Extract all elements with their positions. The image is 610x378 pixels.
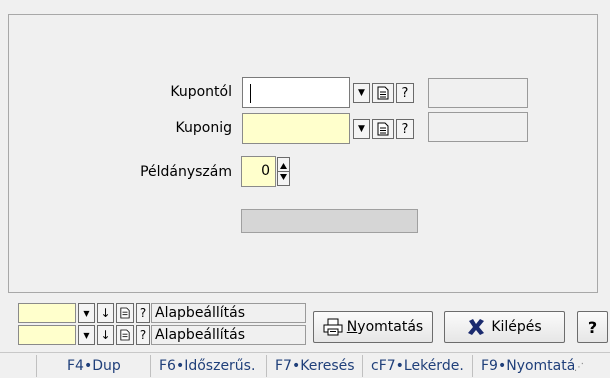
setting-help-1[interactable]: ?	[136, 303, 150, 323]
kuponig-label: Kuponig	[175, 120, 232, 136]
peldanyszam-input[interactable]: 0	[241, 156, 276, 187]
print-label: Nyomtatás	[346, 319, 424, 335]
kupontol-description-field	[428, 78, 528, 108]
chevron-down-icon: ▼	[83, 330, 90, 340]
text-caret	[250, 84, 251, 103]
close-x-icon	[468, 319, 485, 335]
chevron-down-icon: ▼	[83, 308, 90, 318]
kupontol-document-button[interactable]	[372, 83, 394, 103]
kupontol-label: Kupontól	[170, 84, 232, 100]
help-icon: ?	[401, 85, 409, 101]
status-bar-spacer	[0, 355, 36, 377]
setting-down-2[interactable]: ↓	[97, 325, 114, 345]
progress-bar	[241, 209, 418, 233]
kuponig-description-field	[428, 112, 528, 142]
document-icon	[120, 307, 130, 319]
resize-grip-icon[interactable]: ⋰	[574, 355, 588, 377]
print-button[interactable]: Nyomtatás	[313, 311, 433, 343]
arrow-down-icon: ↓	[100, 306, 111, 320]
kuponig-document-button[interactable]	[372, 119, 394, 139]
document-icon	[377, 122, 389, 136]
kuponig-help-button[interactable]: ?	[396, 119, 414, 139]
document-icon	[377, 86, 389, 100]
setting-down-1[interactable]: ↓	[97, 303, 114, 323]
main-panel	[8, 14, 598, 293]
stepper-arrows-icon	[278, 163, 289, 180]
help-button[interactable]: ?	[577, 311, 608, 343]
status-shortcut-f4[interactable]: F4•Dup	[36, 354, 150, 377]
kuponig-input[interactable]	[242, 113, 350, 144]
help-icon: ?	[401, 121, 409, 137]
setting-dropdown-1[interactable]: ▼	[78, 303, 95, 323]
peldanyszam-stepper[interactable]	[277, 157, 290, 186]
exit-label: Kilépés	[491, 319, 542, 335]
setting-dropdown-2[interactable]: ▼	[78, 325, 95, 345]
status-bar: F4•Dup F6•Időszerűs. F7•Keresés cF7•Leké…	[0, 352, 610, 378]
kupontol-help-button[interactable]: ?	[396, 83, 414, 103]
chevron-down-icon: ▼	[358, 124, 365, 134]
kupontol-dropdown-button[interactable]: ▼	[353, 83, 370, 103]
help-icon: ?	[139, 328, 147, 342]
status-shortcut-f7[interactable]: F7•Keresés	[266, 354, 362, 377]
status-shortcut-f6[interactable]: F6•Időszerűs.	[150, 354, 266, 377]
setting-help-2[interactable]: ?	[136, 325, 150, 345]
chevron-down-icon: ▼	[358, 88, 365, 98]
exit-button[interactable]: Kilépés	[444, 311, 565, 343]
kuponig-dropdown-button[interactable]: ▼	[353, 119, 370, 139]
status-shortcut-f9[interactable]: F9•Nyomtatá	[472, 354, 574, 377]
status-shortcut-cf7[interactable]: cF7•Lekérde.	[362, 354, 472, 377]
setting-field-1[interactable]	[18, 303, 76, 323]
document-icon	[120, 329, 130, 341]
setting-document-1[interactable]	[116, 303, 134, 323]
setting-label-2: Alapbeállítás	[151, 325, 306, 345]
help-icon: ?	[139, 306, 147, 320]
printer-icon	[323, 318, 343, 336]
peldanyszam-label: Példányszám	[140, 164, 232, 180]
kupontol-input[interactable]	[242, 77, 350, 108]
setting-label-1: Alapbeállítás	[151, 303, 306, 323]
arrow-down-icon: ↓	[100, 328, 111, 342]
setting-document-2[interactable]	[116, 325, 134, 345]
setting-field-2[interactable]	[18, 325, 76, 345]
